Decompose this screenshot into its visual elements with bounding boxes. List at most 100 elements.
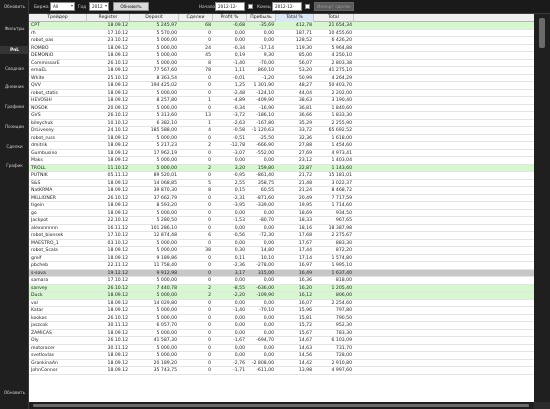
cell-total-pct: 50,99: [298, 75, 312, 81]
table-row[interactable]: greif 18.09.12 9 189,86 0 0,11 10,10 17,14 1 57…: [29, 255, 534, 262]
table-row[interactable]: GVS 26.10.12 5 313,60 13 -3,72 -186,10 36,66 1 …: [29, 112, 534, 120]
column-header-trader[interactable]: Трейдер: [29, 14, 87, 22]
table-row[interactable]: robot_Scala 18.09.12 5 000,00 38 0,30 14,80 17…: [29, 247, 534, 255]
cell-deposit: 5 000,00: [156, 248, 177, 253]
table-row[interactable]: val 18.09.12 14 029,80 0 0,00 0,00 16,07 2 254,…: [29, 300, 534, 307]
table-row[interactable]: s-sova 19.12.12 9 912,98 0 3,17 315,00 16,49 1 …: [29, 269, 534, 277]
end-date-checkbox[interactable]: [305, 4, 310, 9]
cell-profit: -16,90: [259, 105, 274, 111]
cell-total-pct: 21,24: [298, 188, 312, 193]
cell-deals: 0: [208, 195, 211, 201]
refresh-button[interactable]: Обновить: [113, 2, 149, 11]
cell-total: 3 190,40: [331, 98, 352, 103]
table-row[interactable]: CPT 18.09.12 5 245,97 68 -0,68 -35,69 412,78 21…: [29, 22, 534, 30]
table-row[interactable]: CommissarE 26.10.12 5 000,00 8 -1,40 -70,00 56…: [29, 60, 534, 67]
vertical-scroll-thumb[interactable]: [539, 18, 545, 48]
column-header-total-pct[interactable]: Total %: [276, 14, 314, 22]
table-row[interactable]: Maks 18.09.12 5 000,00 0 0,00 0,00 23,12 1 403,…: [29, 157, 534, 165]
cell-register: 18.09.12: [107, 308, 128, 313]
cell-total-pct: 53,20: [298, 68, 312, 73]
table-row[interactable]: White 25.10.12 8 363,54 0 -0,01 -1,20 50,99 4 2…: [29, 75, 534, 82]
sidebar-item-refresh[interactable]: Обновить: [0, 4, 29, 9]
start-date-field[interactable]: 2012-12-14: [215, 2, 245, 15]
table-row[interactable]: HEVOSHI 18.09.12 8 257,80 1 -4,89 -409,90 38,6…: [29, 97, 534, 105]
table-row[interactable]: dmitrik 18.09.12 5 217,23 2 -12,78 -666,90 27,…: [29, 142, 534, 150]
table-row[interactable]: GrankinaAn 18.09.12 20 189,20 0 -2,76 -2 808,…: [29, 360, 534, 367]
table-row[interactable]: MAESTRO_1 03.10.12 5 000,00 0 0,00 0,00 17,67 8…: [29, 240, 534, 247]
sidebar-item-positions[interactable]: Позиции: [0, 124, 29, 129]
start-date-checkbox[interactable]: [248, 4, 253, 9]
table-row[interactable]: bileychuk 10.10.12 6 382,10 1 -2,63 -167,80 35…: [29, 120, 534, 127]
table-row[interactable]: rh 17.10.12 5 570,00 0 0,00 0,00 187,71 10 455,…: [29, 30, 534, 37]
table-row[interactable]: sanvey 26.10.12 7 440,78 2 -8,55 -636,00 16,20…: [29, 284, 534, 292]
table-row[interactable]: DEMONiO 18.09.12 5 000,00 45 0,19 9,30 85,00 4 …: [29, 52, 534, 60]
table-row[interactable]: NOSOK 20.09.12 5 000,00 0 -0,34 -16,90 36,81 1 …: [29, 105, 534, 112]
sidebar-item-refresh-bottom[interactable]: Обновить: [0, 390, 29, 395]
table-row[interactable]: robot_bionsek 17.10.12 12 874,48 6 -0,56 -72,…: [29, 232, 534, 240]
table-row[interactable]: robot_statis 18.09.12 5 000,00 0 -2,48 -124,1…: [29, 90, 534, 97]
table-row[interactable]: Gumbusino 18.09.12 17 962,19 0 -3,07 -552,00 2…: [29, 150, 534, 157]
column-header-profit-pct[interactable]: Profit %: [213, 14, 247, 22]
cell-deposit: 77 567,60: [153, 68, 177, 73]
year-select[interactable]: 2012 ▾: [89, 2, 109, 11]
cell-deals: 0: [208, 150, 211, 156]
cell-trader: Jackpot: [31, 218, 48, 223]
sidebar-item-journal[interactable]: Дневник: [0, 84, 29, 89]
sidebar-item-chart[interactable]: График: [0, 163, 29, 168]
table-row[interactable]: Jackpot 22.10.12 5 280,50 0 -1,53 -80,70 18,33…: [29, 217, 534, 225]
cell-trader: svetlovlas: [31, 353, 55, 358]
cell-total: 790,50: [335, 315, 352, 321]
cell-deals: 0: [208, 105, 211, 111]
column-header-register[interactable]: Register: [87, 14, 130, 22]
cell-total: 818,00: [335, 278, 352, 283]
table-row[interactable]: tigein 18.09.12 8 593,20 0 -3,95 -339,00 19,95…: [29, 202, 534, 210]
table-row[interactable]: kookos 26.10.12 5 000,00 0 0,00 0,00 15,81 790,…: [29, 315, 534, 322]
table-row[interactable]: S&S 18.09.12 14 068,85 5 2,55 358,75 21,48 3 02…: [29, 180, 534, 187]
table-row[interactable]: robot_oas 23.10.12 5 000,00 0 0,00 0,00 128,52…: [29, 37, 534, 45]
table-row[interactable]: svetlovlas 18.09.12 5 000,00 0 0,00 0,00 14,56…: [29, 352, 534, 360]
table-row[interactable]: ROMBO 18.09.12 5 000,00 24 -0,34 -17,14 119,30…: [29, 45, 534, 52]
cell-profit-pct: 1,11: [234, 68, 245, 73]
table-row[interactable]: pbcheb 22.11.12 11 758,40 0 -2,36 -278,00 16,9…: [29, 262, 534, 270]
sidebar-item-pnl[interactable]: PnL: [0, 46, 29, 54]
cell-total-pct: 412,78: [295, 23, 312, 28]
import-deals-button[interactable]: Импорт сделок: [314, 2, 354, 11]
cell-profit: -1,20: [262, 75, 274, 81]
table-row[interactable]: MILLIONER 26.10.12 37 662,79 0 -2,31 -871,60 2…: [29, 195, 534, 202]
table-row[interactable]: robot_russ 18.09.12 5 000,00 0 -0,51 -25,50 32…: [29, 135, 534, 142]
table-row[interactable]: motoracer 30.11.12 5 000,00 0 0,00 0,00 14,63 7…: [29, 345, 534, 352]
table-row[interactable]: ZAMICAS 18.09.12 5 000,00 0 0,00 0,00 15,67 783…: [29, 330, 534, 337]
horizontal-scroll-thumb[interactable]: [33, 404, 529, 407]
cell-deposit: 14 029,80: [153, 300, 177, 306]
table-row[interactable]: go 18.09.12 5 000,00 0 0,00 0,00 18,69 934,50: [29, 210, 534, 217]
table-row[interactable]: PUTNIK 05.11.12 89 520,01 0 -0,95 -861,40 21,7…: [29, 172, 534, 180]
table-row[interactable]: samara 17.10.12 5 000,00 0 0,00 0,00 16,36 818,…: [29, 277, 534, 285]
column-header-profit[interactable]: Прибыль: [247, 14, 276, 22]
table-row[interactable]: Oly 26.10.12 41 587,30 0 -1,67 -694,70 14,67 6 …: [29, 337, 534, 345]
sidebar-item-filters[interactable]: Фильтры: [0, 26, 29, 31]
table-row[interactable]: TROLL 11.10.12 5 000,00 2 3,20 159,80 22,87 1 1…: [29, 164, 534, 172]
vertical-scrollbar[interactable]: [534, 14, 550, 402]
sidebar-item-deals[interactable]: Сделки: [0, 144, 29, 149]
column-header-deals[interactable]: Сделки: [179, 14, 213, 22]
cell-profit-pct: -3,72: [233, 113, 245, 118]
table-row[interactable]: NatKRMA 18.09.12 39 870,30 8 0,15 60,55 21,24 8…: [29, 187, 534, 195]
table-row[interactable]: jaszcok 30.11.12 6 057,70 0 0,00 0,00 15,72 952…: [29, 322, 534, 330]
column-header-total[interactable]: Total: [314, 14, 354, 22]
horizontal-scrollbar[interactable]: [29, 402, 534, 409]
table-row[interactable]: QVV 18.09.12 194 425,02 0 1,25 1 301,90 48,27 5…: [29, 82, 534, 90]
table-row[interactable]: ernaEL 18.09.12 77 567,60 78 1,11 860,10 53,20…: [29, 67, 534, 75]
cell-profit-pct: 0,11: [234, 255, 245, 261]
table-row[interactable]: JohnConnor 18.09.12 35 743,75 0 -1,71 -611,00…: [29, 367, 534, 375]
exchange-select[interactable]: All ▾: [50, 2, 75, 11]
sidebar-item-summary[interactable]: Сводная: [0, 66, 29, 71]
table-row[interactable]: DrLivesey 24.10.12 185 588,00 4 -0,58 -1 120,…: [29, 127, 534, 135]
sidebar-item-charts[interactable]: Графики: [0, 104, 29, 109]
cell-profit-pct: 0,00: [234, 225, 245, 231]
table-row[interactable]: alexxnnnnn 16.11.12 101 286,10 0 0,00 0,00 18,…: [29, 225, 534, 232]
cell-trader: S&S: [31, 180, 41, 186]
column-header-deposit[interactable]: Deposit: [130, 14, 179, 22]
table-row[interactable]: Duck 18.09.12 5 000,00 2 -2,20 -109,90 16,12 80…: [29, 292, 534, 300]
table-row[interactable]: Katar 18.09.12 5 000,00 0 -1,40 -70,10 15,96 79…: [29, 307, 534, 315]
end-date-field[interactable]: 2012-12-14: [272, 2, 302, 15]
